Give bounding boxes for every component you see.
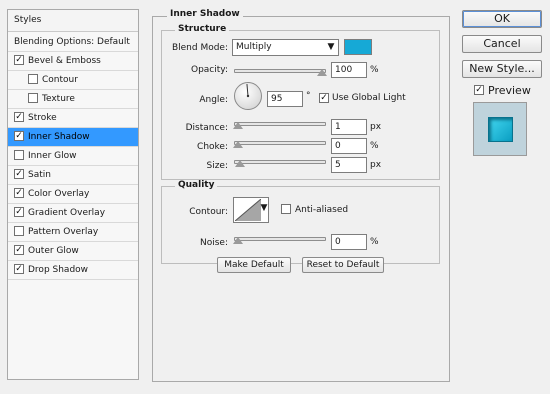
distance-slider[interactable]: [234, 122, 326, 126]
cancel-button[interactable]: Cancel: [462, 35, 542, 53]
style-item-label: Satin: [28, 170, 51, 180]
blend-mode-dropdown[interactable]: Multiply ▼: [232, 39, 339, 56]
style-item-label: Texture: [42, 94, 75, 104]
styles-header[interactable]: Styles: [8, 10, 138, 32]
choke-input[interactable]: 0: [331, 138, 367, 154]
style-item-checkbox[interactable]: ✓: [14, 130, 24, 141]
style-item-label: Inner Shadow: [28, 132, 90, 142]
ok-button[interactable]: OK: [462, 10, 542, 28]
opacity-input[interactable]: 100: [331, 62, 367, 78]
style-item-label: Inner Glow: [28, 151, 77, 161]
chevron-down-icon: ▼: [260, 203, 268, 213]
style-item-inner-shadow[interactable]: ✓ Inner Shadow: [8, 128, 138, 147]
new-style-button[interactable]: New Style...: [462, 60, 542, 78]
structure-title: Structure: [175, 24, 230, 34]
preview-swatch: [488, 117, 513, 142]
noise-label: Noise:: [200, 238, 228, 248]
quality-group: Quality Contour: ▼ Anti-aliased Noise: 0…: [161, 180, 440, 264]
style-item-outer-glow[interactable]: ✓ Outer Glow: [8, 242, 138, 261]
style-item-inner-glow[interactable]: Inner Glow: [8, 147, 138, 166]
use-global-light-checkbox[interactable]: ✓: [319, 93, 329, 103]
style-item-checkbox[interactable]: [14, 149, 24, 160]
choke-slider[interactable]: [234, 141, 326, 145]
choke-unit: %: [370, 141, 379, 151]
style-item-label: Contour: [42, 75, 78, 85]
chevron-down-icon: ▼: [327, 42, 335, 52]
shadow-color-swatch[interactable]: [344, 39, 372, 55]
style-item-gradient-overlay[interactable]: ✓ Gradient Overlay: [8, 204, 138, 223]
distance-slider-thumb[interactable]: [233, 122, 243, 129]
structure-group: Structure Blend Mode: Multiply ▼ Opacity…: [161, 24, 440, 180]
style-item-label: Gradient Overlay: [28, 208, 106, 218]
style-item-label: Bevel & Emboss: [28, 56, 101, 66]
size-input[interactable]: 5: [331, 157, 367, 173]
blending-options-item[interactable]: Blending Options: Default: [8, 32, 138, 52]
style-item-color-overlay[interactable]: ✓ Color Overlay: [8, 185, 138, 204]
noise-unit: %: [370, 237, 379, 247]
style-item-texture[interactable]: Texture: [8, 90, 138, 109]
style-item-label: Stroke: [28, 113, 57, 123]
inner-shadow-panel: Inner Shadow Structure Blend Mode: Multi…: [152, 9, 450, 382]
distance-label: Distance:: [185, 123, 228, 133]
distance-input[interactable]: 1: [331, 119, 367, 135]
choke-slider-thumb[interactable]: [233, 141, 243, 148]
preview-label[interactable]: Preview: [488, 84, 531, 97]
angle-dial[interactable]: [233, 81, 263, 111]
style-item-label: Pattern Overlay: [28, 227, 99, 237]
style-item-checkbox[interactable]: ✓: [14, 187, 24, 198]
style-item-checkbox[interactable]: ✓: [14, 244, 24, 255]
styles-list: Styles Blending Options: Default ✓ Bevel …: [7, 9, 139, 380]
blend-mode-label: Blend Mode:: [171, 43, 228, 53]
opacity-slider[interactable]: [234, 69, 326, 73]
noise-slider-thumb[interactable]: [233, 237, 243, 244]
use-global-light-label[interactable]: Use Global Light: [332, 93, 406, 103]
size-slider-thumb[interactable]: [235, 160, 245, 167]
style-item-stroke[interactable]: ✓ Stroke: [8, 109, 138, 128]
opacity-slider-thumb[interactable]: [317, 69, 327, 76]
style-item-checkbox[interactable]: ✓: [14, 168, 24, 179]
quality-title: Quality: [175, 180, 218, 190]
style-item-checkbox[interactable]: ✓: [14, 54, 24, 65]
size-label: Size:: [206, 161, 228, 171]
noise-slider[interactable]: [234, 237, 326, 241]
angle-input[interactable]: 95: [267, 91, 303, 107]
distance-unit: px: [370, 122, 382, 132]
make-default-button[interactable]: Make Default: [217, 257, 291, 273]
angle-label: Angle:: [199, 95, 228, 105]
size-slider[interactable]: [234, 160, 326, 164]
style-item-checkbox[interactable]: ✓: [14, 206, 24, 217]
opacity-label: Opacity:: [191, 65, 228, 75]
preview-thumbnail: [473, 102, 527, 156]
choke-label: Choke:: [197, 142, 228, 152]
style-item-checkbox[interactable]: [28, 73, 38, 84]
style-item-checkbox[interactable]: [14, 225, 24, 236]
contour-picker[interactable]: ▼: [233, 197, 269, 223]
contour-curve-icon: [235, 199, 261, 221]
style-item-contour[interactable]: Contour: [8, 71, 138, 90]
anti-aliased-label[interactable]: Anti-aliased: [295, 205, 348, 215]
reset-to-default-button[interactable]: Reset to Default: [302, 257, 384, 273]
style-item-label: Outer Glow: [28, 246, 79, 256]
anti-aliased-checkbox[interactable]: [281, 204, 291, 214]
blend-mode-value: Multiply: [236, 42, 272, 52]
style-item-bevel-emboss[interactable]: ✓ Bevel & Emboss: [8, 52, 138, 71]
style-item-checkbox[interactable]: [28, 92, 38, 103]
style-item-pattern-overlay[interactable]: Pattern Overlay: [8, 223, 138, 242]
size-unit: px: [370, 160, 382, 170]
style-item-label: Drop Shadow: [28, 265, 89, 275]
style-item-satin[interactable]: ✓ Satin: [8, 166, 138, 185]
opacity-unit: %: [370, 65, 379, 75]
inner-shadow-title: Inner Shadow: [167, 9, 243, 19]
style-item-checkbox[interactable]: ✓: [14, 111, 24, 122]
preview-checkbox[interactable]: ✓: [474, 85, 484, 95]
style-item-checkbox[interactable]: ✓: [14, 263, 24, 274]
style-item-label: Color Overlay: [28, 189, 90, 199]
style-item-drop-shadow[interactable]: ✓ Drop Shadow: [8, 261, 138, 280]
angle-unit: °: [306, 91, 311, 101]
noise-input[interactable]: 0: [331, 234, 367, 250]
contour-label: Contour:: [189, 207, 228, 217]
